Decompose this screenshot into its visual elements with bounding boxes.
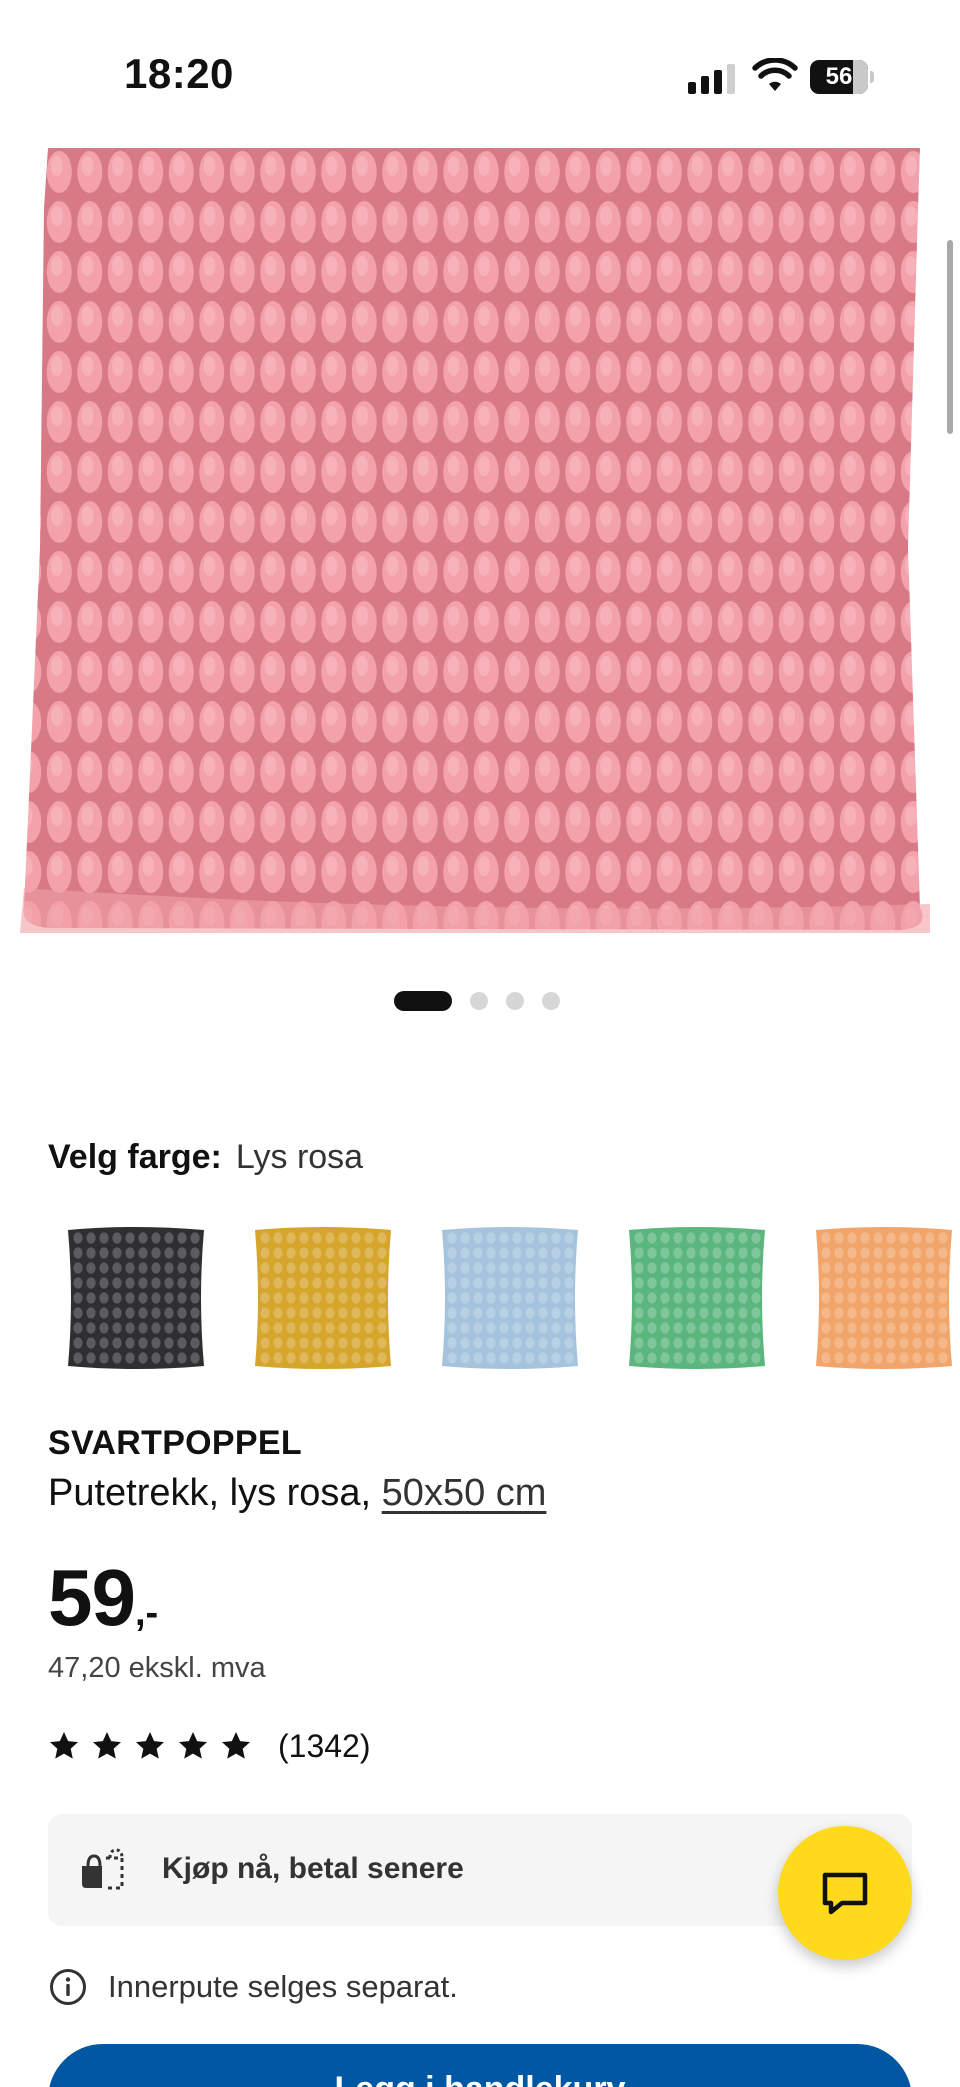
note-text: Innerpute selges separat. xyxy=(108,1969,458,2004)
price: 59,- xyxy=(48,1552,158,1644)
carousel-indicator[interactable] xyxy=(394,990,560,1012)
carousel-dot[interactable] xyxy=(542,992,560,1010)
star-icon xyxy=(50,1732,78,1759)
color-swatch-green[interactable] xyxy=(623,1222,771,1374)
price-suffix: ,- xyxy=(134,1592,159,1634)
star-icon xyxy=(93,1732,121,1759)
size-link[interactable]: 50x50 cm xyxy=(382,1472,547,1514)
carousel-dot-active[interactable] xyxy=(394,991,452,1011)
price-integer: 59 xyxy=(48,1553,136,1642)
product-description-text: Putetrekk, lys rosa, xyxy=(48,1472,382,1514)
color-swatch-light-blue[interactable] xyxy=(436,1222,584,1374)
scrollbar[interactable] xyxy=(947,240,953,434)
star-icon xyxy=(222,1732,250,1759)
wifi-icon xyxy=(752,58,798,91)
color-swatch-orange[interactable] xyxy=(810,1222,958,1374)
pink-cushion-image xyxy=(20,148,930,933)
rating[interactable]: (1342) xyxy=(48,1724,371,1768)
info-note: Innerpute selges separat. xyxy=(48,1966,458,2008)
color-swatch-list xyxy=(48,1222,960,1374)
product-image[interactable] xyxy=(0,148,950,948)
add-to-cart-label: Legg i handlekurv xyxy=(48,2070,912,2087)
chat-bubble-icon xyxy=(822,1872,868,1915)
color-swatch-yellow[interactable] xyxy=(249,1222,397,1374)
star-icon xyxy=(179,1732,207,1759)
rating-stars xyxy=(48,1730,252,1762)
pay-later-label: Kjøp nå, betal senere xyxy=(162,1852,464,1885)
rating-count: (1342) xyxy=(278,1727,371,1764)
info-icon xyxy=(50,1969,86,2005)
price-ex-vat: 47,20 ekskl. mva xyxy=(48,1652,266,1684)
battery-icon: 56 xyxy=(810,60,874,94)
star-icon xyxy=(136,1732,164,1759)
color-swatch-black[interactable] xyxy=(62,1222,210,1374)
battery-level: 56 xyxy=(825,63,853,90)
carousel-dot[interactable] xyxy=(470,992,488,1010)
product-description: Putetrekk, lys rosa, 50x50 cm xyxy=(48,1472,546,1515)
status-bar: 18:20 56 xyxy=(0,0,960,150)
carousel-dot[interactable] xyxy=(506,992,524,1010)
add-to-cart-button[interactable]: Legg i handlekurv xyxy=(48,2044,912,2087)
status-time: 18:20 xyxy=(124,50,234,97)
shopping-bag-payment-icon xyxy=(82,1848,124,1890)
product-name: SVARTPOPPEL xyxy=(48,1424,302,1462)
color-label-title: Velg farge: xyxy=(48,1138,222,1176)
color-selector-label: Velg farge: Lys rosa xyxy=(48,1138,363,1177)
chat-button[interactable] xyxy=(778,1826,912,1960)
selected-color-value: Lys rosa xyxy=(235,1138,364,1176)
cellular-signal-icon xyxy=(688,64,736,94)
